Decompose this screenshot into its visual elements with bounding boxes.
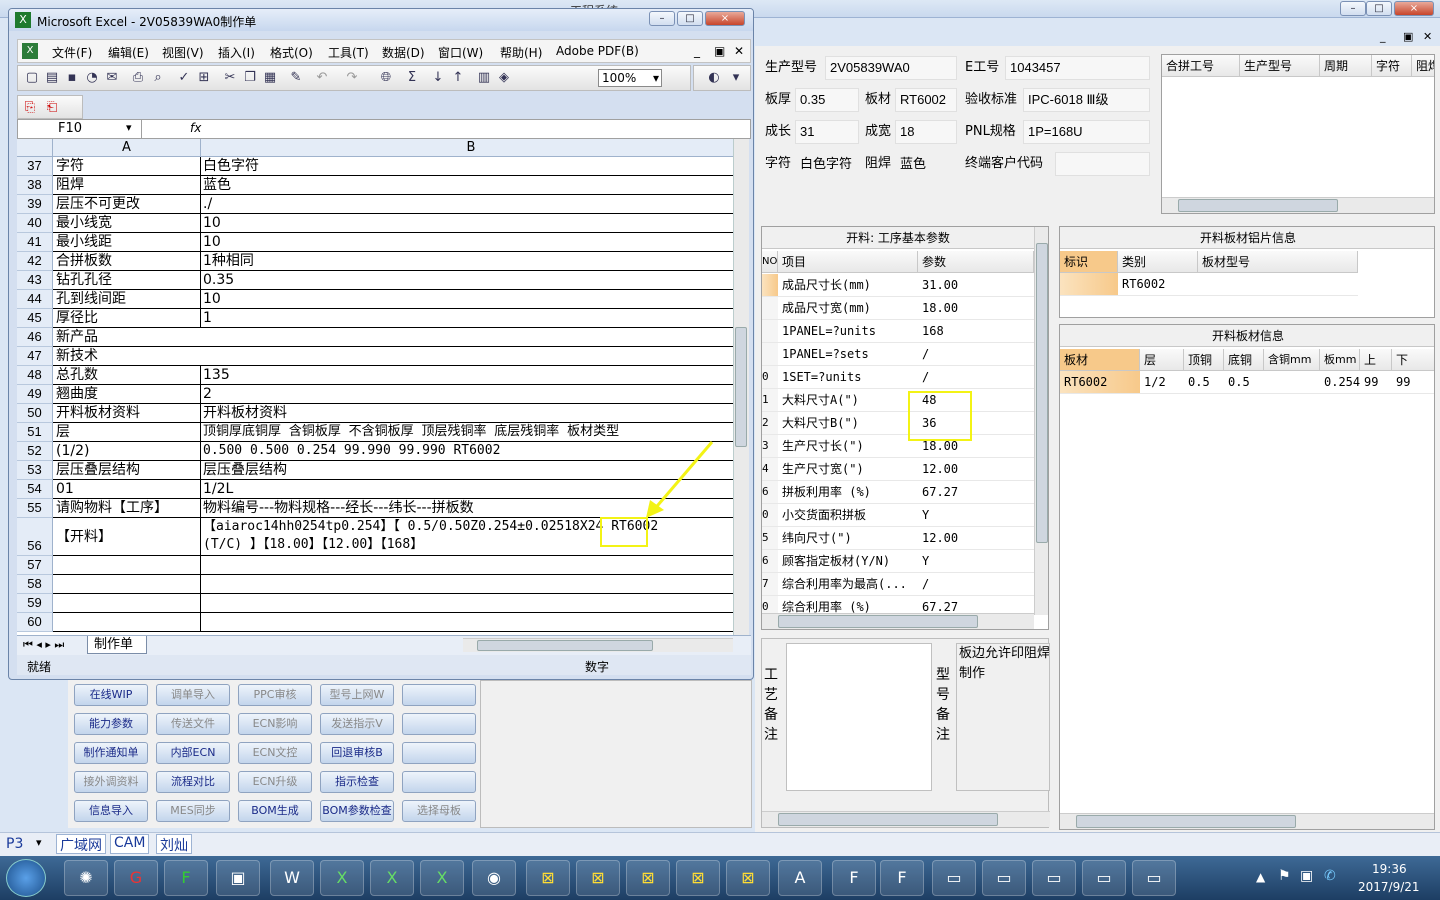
excel-icon[interactable]: X <box>370 860 414 896</box>
display-icon[interactable]: ▣ <box>1300 868 1313 884</box>
annotation-box <box>600 517 648 547</box>
word-icon[interactable]: W <box>270 860 314 896</box>
volume-icon[interactable]: ✆ <box>1324 868 1336 884</box>
bottom-tab-bar: P3 ▾ 广域网 CAM 刘灿 <box>0 832 1440 856</box>
excel-icon[interactable]: X <box>420 860 464 896</box>
window-icon[interactable]: ▭ <box>1132 860 1176 896</box>
app-icon[interactable]: A <box>778 860 822 896</box>
app-icon[interactable]: F <box>880 860 924 896</box>
cam-icon[interactable]: ⊠ <box>576 860 620 896</box>
chevron-down-icon[interactable]: ▾ <box>36 836 42 849</box>
annotation-arrow <box>650 441 714 513</box>
app-icon[interactable]: F <box>164 860 208 896</box>
app-icon[interactable]: G <box>114 860 158 896</box>
app-icon[interactable]: F <box>832 860 876 896</box>
eye-app-icon[interactable]: ◉ <box>472 860 516 896</box>
save-disk-icon[interactable]: ▣ <box>216 860 260 896</box>
tab-wan[interactable]: 广域网 <box>56 834 106 854</box>
tab-user[interactable]: 刘灿 <box>156 834 192 854</box>
tab-p3[interactable]: P3 <box>6 836 23 852</box>
tab-cam[interactable]: CAM <box>110 834 150 854</box>
taskbar: ✺ G F ▣ W X X X ◉ ⊠ ⊠ ⊠ ⊠ ⊠ A F F ▭ ▭ ▭ … <box>0 856 1440 900</box>
window-icon[interactable]: ▭ <box>1032 860 1076 896</box>
start-button[interactable] <box>6 859 46 897</box>
cam-icon[interactable]: ⊠ <box>626 860 670 896</box>
tray-expand-icon[interactable]: ▲ <box>1256 870 1265 884</box>
app-icon[interactable]: ✺ <box>64 860 108 896</box>
clock-date[interactable]: 2017/9/21 <box>1358 880 1420 894</box>
cam-icon[interactable]: ⊠ <box>726 860 770 896</box>
window-icon[interactable]: ▭ <box>1082 860 1126 896</box>
window-icon[interactable]: ▭ <box>932 860 976 896</box>
excel-icon[interactable]: X <box>320 860 364 896</box>
cam-icon[interactable]: ⊠ <box>526 860 570 896</box>
annotation-overlay <box>600 441 714 547</box>
cam-icon[interactable]: ⊠ <box>676 860 720 896</box>
network-icon[interactable]: ⚑ <box>1278 868 1291 884</box>
window-icon[interactable]: ▭ <box>982 860 1026 896</box>
clock-time[interactable]: 19:36 <box>1372 862 1407 876</box>
